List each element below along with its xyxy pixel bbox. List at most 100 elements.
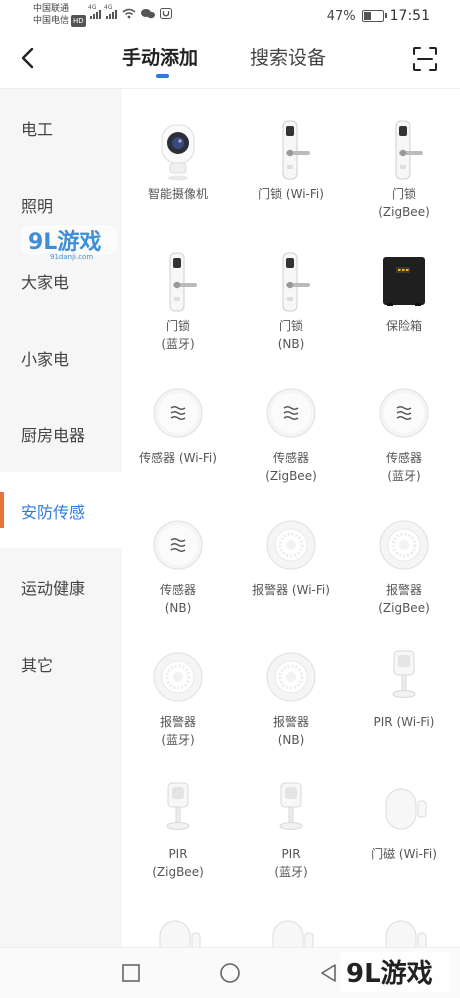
smoke-alarm-icon bbox=[379, 520, 429, 570]
svg-text:9L游戏: 9L游戏 bbox=[346, 959, 433, 989]
device-tile[interactable]: 传感器 (NB) bbox=[122, 485, 234, 615]
sidebar-item-4[interactable]: 厨房电器 bbox=[0, 395, 122, 471]
round-sensor-icon bbox=[153, 520, 203, 570]
device-name: 传感器 (NB) bbox=[159, 583, 196, 615]
door-lock-icon bbox=[395, 120, 423, 180]
device-name: 传感器 (ZigBee) bbox=[265, 451, 317, 483]
active-category-indicator bbox=[0, 491, 4, 528]
sidebar-item-label: 电工 bbox=[21, 120, 54, 139]
hd-badge: HD bbox=[71, 15, 86, 27]
sidebar-item-0[interactable]: 电工 bbox=[0, 89, 122, 165]
u-app-icon bbox=[160, 8, 172, 19]
pir-sensor-icon bbox=[279, 782, 303, 830]
device-name: 保险箱 bbox=[385, 319, 422, 333]
back-triangle-icon[interactable] bbox=[318, 962, 340, 984]
device-tile[interactable]: 报警器 (蓝牙) bbox=[122, 617, 234, 747]
sidebar-item-7[interactable]: 其它 bbox=[0, 625, 122, 701]
device-tile[interactable] bbox=[122, 881, 234, 947]
status-icons: 4G 4G bbox=[88, 4, 172, 19]
device-grid: 智能摄像机 门锁 (Wi-Fi) 门锁 (ZigBee) 门锁 (蓝牙) 门锁 (NB)… bbox=[122, 89, 460, 947]
device-name: 智能摄像机 bbox=[147, 187, 208, 201]
tab-manual-add[interactable]: 手动添加 bbox=[122, 46, 198, 70]
device-tile[interactable]: 传感器 (ZigBee) bbox=[235, 353, 347, 483]
device-name: 传感器 (Wi-Fi) bbox=[139, 451, 217, 465]
device-name: 门锁 (NB) bbox=[277, 319, 305, 351]
svg-text:9L游戏: 9L游戏 bbox=[28, 229, 101, 255]
sidebar-item-label: 大家电 bbox=[21, 273, 70, 292]
sidebar-item-label: 其它 bbox=[21, 655, 54, 675]
device-tile[interactable]: 报警器 (NB) bbox=[235, 617, 347, 747]
sidebar-item-label: 运动健康 bbox=[21, 579, 86, 598]
device-tile[interactable]: PIR (Wi-Fi) bbox=[348, 617, 460, 747]
round-sensor-icon bbox=[153, 388, 203, 438]
device-tile[interactable]: 传感器 (Wi-Fi) bbox=[122, 353, 234, 483]
battery-percent: 47% bbox=[326, 8, 356, 24]
back-arrow-icon[interactable] bbox=[14, 44, 42, 72]
door-sensor-icon bbox=[385, 920, 427, 947]
recent-apps-icon[interactable] bbox=[120, 962, 142, 984]
device-tile[interactable]: 门磁 (Wi-Fi) bbox=[348, 749, 460, 879]
device-name: PIR (Wi-Fi) bbox=[373, 715, 435, 729]
status-bar: 中国联通 中国电信 HD 4G 4G 47% 17:51 bbox=[0, 0, 460, 32]
device-tile[interactable]: 门锁 (蓝牙) bbox=[122, 221, 234, 351]
watermark-bottom-logo: 9L游戏 bbox=[340, 952, 450, 992]
watermark-logo: 9L游戏 91danji.com bbox=[21, 225, 117, 261]
wifi-icon bbox=[122, 8, 136, 19]
device-tile[interactable]: PIR (ZigBee) bbox=[122, 749, 234, 879]
carrier-info: 中国联通 中国电信 HD bbox=[33, 3, 86, 27]
smoke-alarm-icon bbox=[266, 652, 316, 702]
sidebar-item-label: 安防传感 bbox=[21, 502, 86, 522]
device-name: 报警器 (Wi-Fi) bbox=[252, 583, 330, 597]
sidebar-item-label: 小家电 bbox=[21, 349, 70, 369]
device-tile[interactable] bbox=[348, 881, 460, 947]
active-tab-indicator bbox=[156, 74, 169, 78]
sidebar-item-5[interactable]: 安防传感 bbox=[0, 471, 122, 548]
device-name: 门锁 (蓝牙) bbox=[161, 319, 195, 351]
device-tile[interactable]: 报警器 (Wi-Fi) bbox=[235, 485, 347, 615]
sidebar-item-3[interactable]: 小家电 bbox=[0, 319, 122, 395]
device-tile[interactable]: PIR (蓝牙) bbox=[235, 749, 347, 879]
device-tile[interactable]: 门锁 (NB) bbox=[235, 221, 347, 351]
pir-sensor-icon bbox=[392, 650, 416, 698]
top-navigation: 手动添加 搜索设备 bbox=[0, 32, 460, 89]
device-name: 报警器 (蓝牙) bbox=[159, 715, 196, 747]
device-name: 报警器 (NB) bbox=[272, 715, 309, 747]
svg-text:91danji.com: 91danji.com bbox=[50, 253, 93, 261]
device-name: 门磁 (Wi-Fi) bbox=[371, 847, 437, 861]
scan-icon[interactable] bbox=[412, 46, 438, 72]
device-tile[interactable]: 智能摄像机 bbox=[122, 89, 234, 219]
device-name: PIR (ZigBee) bbox=[152, 847, 204, 879]
sidebar-item-label: 照明 bbox=[21, 196, 54, 216]
device-tile[interactable]: 门锁 (Wi-Fi) bbox=[235, 89, 347, 219]
smoke-alarm-icon bbox=[153, 652, 203, 702]
door-sensor-icon bbox=[272, 920, 314, 947]
system-nav-bar: 9L游戏 bbox=[0, 947, 460, 998]
device-name: 门锁 (ZigBee) bbox=[378, 187, 430, 219]
smoke-alarm-icon bbox=[266, 520, 316, 570]
carrier-2: 中国电信 bbox=[33, 16, 70, 26]
device-tile[interactable]: 门锁 (ZigBee) bbox=[348, 89, 460, 219]
sidebar-item-6[interactable]: 运动健康 bbox=[0, 548, 122, 624]
door-lock-icon bbox=[169, 252, 197, 312]
device-tile[interactable]: 报警器 (ZigBee) bbox=[348, 485, 460, 615]
door-lock-icon bbox=[282, 120, 310, 180]
camera-icon bbox=[161, 124, 195, 181]
device-tile[interactable]: 保险箱 bbox=[348, 221, 460, 351]
sidebar-item-label: 厨房电器 bbox=[21, 426, 86, 445]
safe-box-icon bbox=[383, 257, 425, 306]
round-sensor-icon bbox=[379, 388, 429, 438]
carrier-1: 中国联通 bbox=[33, 4, 70, 14]
home-icon[interactable] bbox=[219, 962, 241, 984]
device-name: 传感器 (蓝牙) bbox=[385, 451, 422, 483]
category-sidebar: 电工照明大家电小家电厨房电器安防传感运动健康其它 bbox=[0, 89, 122, 947]
tab-search-device[interactable]: 搜索设备 bbox=[250, 46, 326, 70]
signal-icon: 4G bbox=[104, 4, 117, 19]
status-right: 47% 17:51 bbox=[327, 8, 430, 24]
wechat-icon bbox=[141, 9, 155, 19]
device-tile[interactable]: 传感器 (蓝牙) bbox=[348, 353, 460, 483]
signal-icon: 4G bbox=[88, 4, 101, 19]
pir-sensor-icon bbox=[166, 782, 190, 830]
door-sensor-icon bbox=[385, 788, 427, 830]
battery-icon bbox=[361, 10, 387, 22]
device-tile[interactable] bbox=[235, 881, 347, 947]
